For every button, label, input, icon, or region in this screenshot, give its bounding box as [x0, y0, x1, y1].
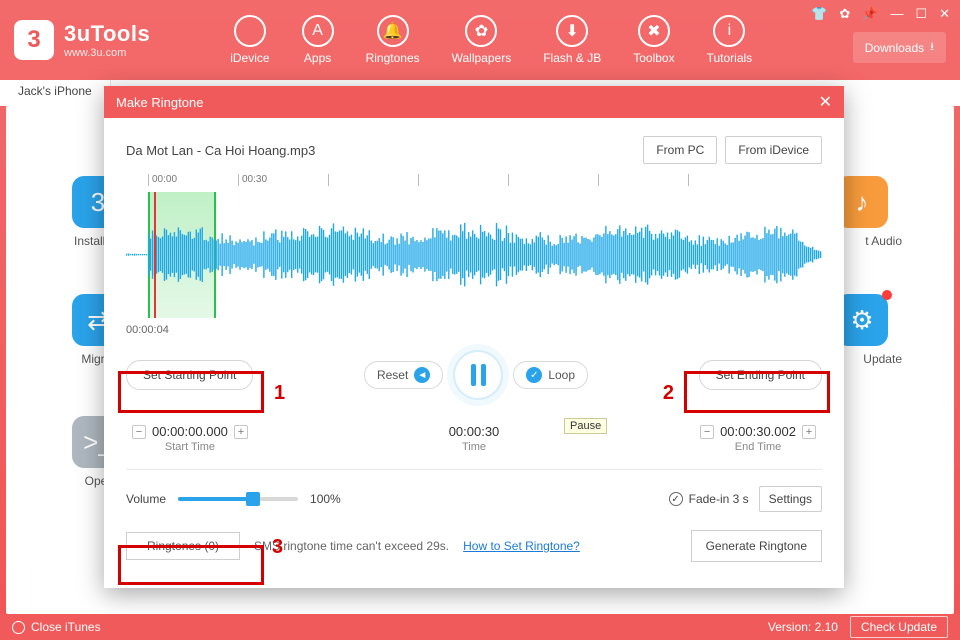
close-window-icon[interactable]: ✕: [939, 6, 950, 22]
downloads-button[interactable]: Downloads ⭳: [853, 32, 946, 63]
generate-ringtone-button[interactable]: Generate Ringtone: [691, 530, 822, 562]
info-icon: i: [713, 15, 745, 47]
modal-title: Make Ringtone: [116, 95, 203, 110]
tshirt-icon[interactable]: 👕: [811, 6, 827, 22]
wrench-icon: ✖: [638, 15, 670, 47]
maximize-icon[interactable]: ☐: [915, 6, 927, 22]
nav-flash-jb[interactable]: ⬇Flash & JB: [543, 15, 601, 65]
status-bar: Close iTunes Version: 2.10 Check Update: [0, 614, 960, 640]
pause-icon: [471, 364, 486, 386]
waveform[interactable]: 00:00 00:30 00:00:04: [126, 174, 822, 336]
pin-icon[interactable]: 📌: [862, 6, 878, 22]
tab-device[interactable]: Jack's iPhone: [0, 80, 111, 106]
nav-tutorials[interactable]: iTutorials: [707, 15, 753, 65]
brand-url: www.3u.com: [64, 47, 150, 59]
audio-filename: Da Mot Lan - Ca Hoi Hoang.mp3: [126, 143, 315, 158]
from-pc-button[interactable]: From PC: [643, 136, 717, 164]
brand-block: 3uTools www.3u.com: [64, 21, 150, 59]
version-label: Version: 2.10: [768, 620, 838, 634]
hint-text: SMS ringtone time can't exceed 29s.: [254, 539, 449, 553]
nav-idevice[interactable]: iDevice: [230, 15, 269, 65]
circle-icon: [12, 621, 25, 634]
play-pause-button[interactable]: [453, 350, 503, 400]
playhead[interactable]: [154, 192, 156, 318]
from-idevice-button[interactable]: From iDevice: [725, 136, 822, 164]
start-time-group: − 00:00:00.000 + Start Time: [132, 424, 248, 453]
fade-settings-button[interactable]: Settings: [759, 486, 822, 512]
nav-ringtones[interactable]: 🔔Ringtones: [366, 15, 420, 65]
annotation-num-1: 1: [274, 382, 285, 405]
waveform-svg: [126, 192, 822, 317]
time-ruler: 00:00 00:30: [126, 174, 822, 192]
end-time-group: − 00:00:30.002 + End Time: [700, 424, 816, 453]
current-time: 00:00:04: [126, 324, 169, 336]
fade-in-toggle[interactable]: ✓ Fade-in 3 s: [669, 492, 749, 506]
nav-toolbox[interactable]: ✖Toolbox: [633, 15, 674, 65]
start-increment[interactable]: +: [234, 425, 248, 439]
settings-icon[interactable]: ✿: [839, 6, 850, 22]
reset-button[interactable]: Reset ◄: [364, 361, 443, 389]
end-decrement[interactable]: −: [700, 425, 714, 439]
bell-icon: 🔔: [377, 15, 409, 47]
check-icon: ✓: [669, 492, 683, 506]
modal-close-icon[interactable]: ✕: [819, 92, 832, 112]
volume-value: 100%: [310, 492, 341, 506]
set-starting-point-button[interactable]: Set Starting Point: [126, 360, 253, 390]
downloads-label: Downloads: [865, 41, 924, 55]
check-update-button[interactable]: Check Update: [850, 616, 948, 638]
annotation-num-2: 2: [663, 382, 674, 405]
loop-button[interactable]: ✓ Loop: [513, 361, 588, 389]
volume-slider[interactable]: [178, 497, 298, 501]
make-ringtone-modal: Make Ringtone ✕ Da Mot Lan - Ca Hoi Hoan…: [104, 86, 844, 588]
rewind-icon: ◄: [414, 367, 430, 383]
minimize-icon[interactable]: —: [890, 6, 903, 22]
app-logo: 3: [14, 20, 54, 60]
pause-tooltip: Pause: [564, 418, 607, 434]
modal-header: Make Ringtone ✕: [104, 86, 844, 118]
set-ending-point-button[interactable]: Set Ending Point: [699, 360, 822, 390]
volume-label: Volume: [126, 492, 166, 506]
brand-name: 3uTools: [64, 21, 150, 47]
box-icon: ⬇: [556, 15, 588, 47]
store-icon: A: [302, 15, 334, 47]
flower-icon: ✿: [465, 15, 497, 47]
apple-icon: [234, 15, 266, 47]
annotation-num-3: 3: [272, 536, 283, 559]
end-increment[interactable]: +: [802, 425, 816, 439]
how-to-link[interactable]: How to Set Ringtone?: [463, 539, 580, 553]
start-decrement[interactable]: −: [132, 425, 146, 439]
close-itunes-button[interactable]: Close iTunes: [12, 620, 101, 634]
nav-wallpapers[interactable]: ✿Wallpapers: [452, 15, 512, 65]
ringtones-list-button[interactable]: Ringtones (0): [126, 532, 240, 560]
nav-apps[interactable]: AApps: [302, 15, 334, 65]
download-icon: ⭳: [930, 38, 934, 57]
duration-group: 00:00:30 Time: [449, 424, 500, 453]
check-icon: ✓: [526, 367, 542, 383]
